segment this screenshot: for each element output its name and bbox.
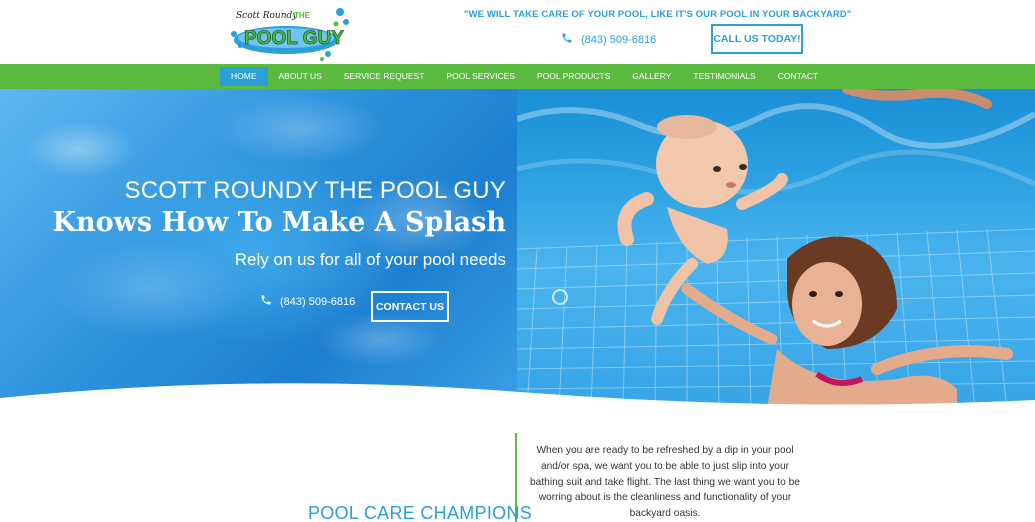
svg-text:Scott Roundy: Scott Roundy <box>236 11 298 21</box>
hero-phone-number[interactable]: (843) 509-6816 <box>280 296 355 308</box>
main-nav: HOME ABOUT US SERVICE REQUEST POOL SERVI… <box>0 64 1035 89</box>
svg-text:POOL GUY: POOL GUY <box>244 28 344 49</box>
nav-item-contact[interactable]: CONTACT <box>767 67 829 86</box>
header-phone-number[interactable]: (843) 509-6816 <box>581 34 656 46</box>
hero-banner: SCOTT ROUNDY THE POOL GUY Knows How To M… <box>0 89 1035 409</box>
hero-subheadline: Rely on us for all of your pool needs <box>234 250 506 269</box>
header-tagline: "WE WILL TAKE CARE OF YOUR POOL, LIKE IT… <box>464 9 852 20</box>
contact-us-button[interactable]: CONTACT US <box>371 291 449 322</box>
page: Scott Roundy THE POOL GUY "WE WILL TAKE … <box>0 0 1035 522</box>
svg-text:THE: THE <box>294 11 311 20</box>
phone-icon <box>561 32 573 47</box>
nav-item-testimonials[interactable]: TESTIMONIALS <box>682 67 766 86</box>
nav-item-service-request[interactable]: SERVICE REQUEST <box>333 67 436 86</box>
pool-guy-logo[interactable]: Scott Roundy THE POOL GUY <box>228 4 352 62</box>
section-heading: POOL CARE CHAMPIONS <box>308 503 533 522</box>
nav-item-pool-services[interactable]: POOL SERVICES <box>435 67 526 86</box>
nav-item-about-us[interactable]: ABOUT US <box>268 67 333 86</box>
nav-item-pool-products[interactable]: POOL PRODUCTS <box>526 67 621 86</box>
hero-phone[interactable]: (843) 509-6816 <box>260 294 355 309</box>
nav-item-home[interactable]: HOME <box>220 67 268 86</box>
hero-swimmers-photo <box>517 89 1035 409</box>
hero-company-name: SCOTT ROUNDY THE POOL GUY <box>124 177 506 204</box>
site-header: Scott Roundy THE POOL GUY "WE WILL TAKE … <box>0 0 1035 64</box>
hero-wave-divider <box>0 383 1035 418</box>
nav-items: HOME ABOUT US SERVICE REQUEST POOL SERVI… <box>220 67 829 86</box>
hero-headline: Knows How To Make A Splash <box>52 207 507 238</box>
header-phone[interactable]: (843) 509-6816 <box>561 32 656 47</box>
intro-paragraph: When you are ready to be refreshed by a … <box>530 445 800 520</box>
phone-icon <box>260 294 272 309</box>
nav-item-gallery[interactable]: GALLERY <box>621 67 682 86</box>
hero-text-block: SCOTT ROUNDY THE POOL GUY Knows How To M… <box>53 177 507 270</box>
call-us-today-button[interactable]: CALL US TODAY! <box>711 24 803 54</box>
